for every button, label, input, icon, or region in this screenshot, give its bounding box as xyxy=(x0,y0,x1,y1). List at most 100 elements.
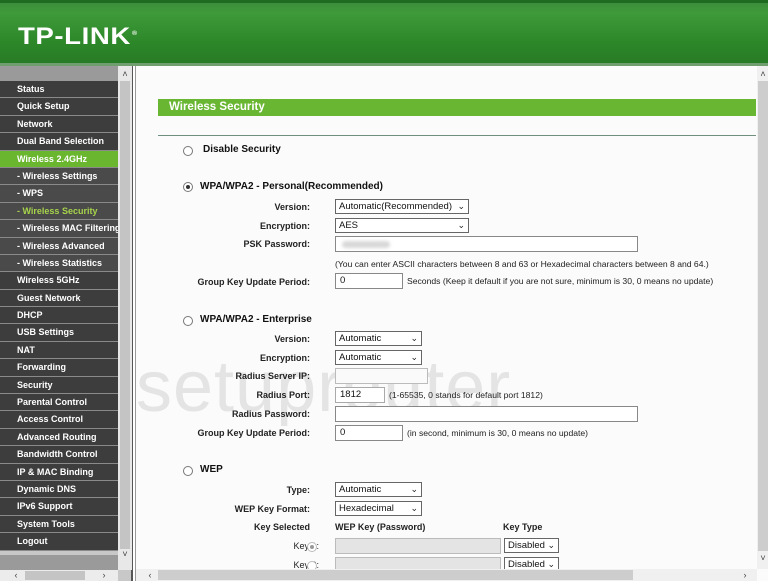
sidebar-item-wireless-settings[interactable]: - Wireless Settings xyxy=(0,167,118,186)
sidebar-menu: Status Quick Setup Network Dual Band Select… xyxy=(0,81,118,551)
ent-group-key-hint: (in second, minimum is 30, 0 means no up… xyxy=(407,428,589,438)
sidebar-item-wireless-statistics[interactable]: - Wireless Statistics xyxy=(0,254,118,273)
encryption-select[interactable]: AES ⌄ xyxy=(335,218,469,233)
ent-group-key-label: Group Key Update Period: xyxy=(197,428,310,438)
sidebar-item-status[interactable]: Status xyxy=(0,81,118,99)
wpa-enterprise-label: WPA/WPA2 - Enterprise xyxy=(200,314,312,325)
page-title: Wireless Security xyxy=(158,99,756,116)
key-1-type-value: Disabled xyxy=(508,540,545,551)
key-1-input[interactable] xyxy=(335,538,501,554)
psk-password-input[interactable] xyxy=(335,236,638,252)
scroll-left-icon[interactable]: ‹ xyxy=(10,570,22,580)
radius-port-input[interactable]: 1812 xyxy=(335,387,385,403)
group-key-input[interactable]: 0 xyxy=(335,273,403,289)
encryption-label: Encryption: xyxy=(259,221,310,231)
header: TP-LINK® xyxy=(0,0,768,64)
ent-group-key-input[interactable]: 0 xyxy=(335,425,403,441)
scroll-up-icon[interactable]: ˄ xyxy=(119,69,131,79)
radius-ip-input[interactable] xyxy=(335,368,428,384)
scroll-up-icon[interactable]: ˄ xyxy=(757,69,768,79)
radius-password-input[interactable] xyxy=(335,406,638,422)
wep-type-label: Type: xyxy=(286,485,310,495)
wep-key-header: WEP Key (Password) xyxy=(335,522,426,532)
sidebar-bottom-spacer xyxy=(0,555,118,570)
sidebar-item-dynamic-dns[interactable]: Dynamic DNS xyxy=(0,480,118,499)
chevron-down-icon: ⌄ xyxy=(547,540,555,550)
wep-format-value: Hexadecimal xyxy=(339,503,394,514)
sidebar-item-quick-setup[interactable]: Quick Setup xyxy=(0,98,118,116)
sidebar-item-advanced-routing[interactable]: Advanced Routing xyxy=(0,428,118,447)
version-value: Automatic(Recommended) xyxy=(339,201,452,212)
sidebar-vertical-scrollbar[interactable]: ˄ ˅ xyxy=(118,66,132,570)
group-key-label: Group Key Update Period: xyxy=(197,277,310,287)
title-divider xyxy=(158,135,756,136)
radius-ip-label: Radius Server IP: xyxy=(235,371,310,381)
key-selected-header: Key Selected xyxy=(253,522,310,532)
sidebar-item-system-tools[interactable]: System Tools xyxy=(0,515,118,534)
sidebar: Status Quick Setup Network Dual Band Select… xyxy=(0,66,133,581)
header-top-border xyxy=(0,0,768,3)
sidebar-item-access-control[interactable]: Access Control xyxy=(0,411,118,429)
scroll-down-icon[interactable]: ˅ xyxy=(757,553,768,563)
ent-encryption-select[interactable]: Automatic ⌄ xyxy=(335,350,422,365)
sidebar-item-nat[interactable]: NAT xyxy=(0,341,118,360)
sidebar-item-wireless-advanced[interactable]: - Wireless Advanced xyxy=(0,237,118,255)
registered-mark: ® xyxy=(132,31,138,37)
chevron-down-icon: ⌄ xyxy=(457,220,465,230)
ent-encryption-value: Automatic xyxy=(339,352,382,363)
sidebar-item-forwarding[interactable]: Forwarding xyxy=(0,359,118,377)
sidebar-item-wireless-2-4ghz[interactable]: Wireless 2.4GHz xyxy=(0,150,118,168)
scroll-down-icon[interactable]: ˅ xyxy=(119,549,131,559)
sidebar-item-ip-mac-binding[interactable]: IP & MAC Binding xyxy=(0,463,118,481)
sidebar-item-guest-network[interactable]: Guest Network xyxy=(0,289,118,308)
wep-format-label: WEP Key Format: xyxy=(234,504,310,514)
ent-version-select[interactable]: Automatic ⌄ xyxy=(335,331,422,346)
tp-link-logo: TP-LINK® xyxy=(18,23,138,51)
group-key-hint: Seconds (Keep it default if you are not … xyxy=(407,276,714,286)
ent-version-value: Automatic xyxy=(339,333,382,344)
sidebar-item-wireless-mac-filtering[interactable]: - Wireless MAC Filtering xyxy=(0,220,118,238)
wpa-enterprise-radio[interactable] xyxy=(183,316,193,326)
sidebar-item-ipv6-support[interactable]: IPv6 Support xyxy=(0,498,118,516)
scroll-right-icon[interactable]: › xyxy=(739,570,751,580)
sidebar-item-dhcp[interactable]: DHCP xyxy=(0,307,118,325)
sidebar-item-dual-band-selection[interactable]: Dual Band Selection xyxy=(0,133,118,151)
sidebar-item-parental-control[interactable]: Parental Control xyxy=(0,394,118,412)
chevron-down-icon: ⌄ xyxy=(410,352,418,362)
psk-hint: (You can enter ASCII characters between … xyxy=(335,259,709,269)
key-1-radio[interactable] xyxy=(307,542,317,552)
sidebar-item-network[interactable]: Network xyxy=(0,115,118,134)
sidebar-top-spacer xyxy=(0,66,118,81)
chevron-down-icon: ⌄ xyxy=(410,333,418,343)
disable-security-radio[interactable] xyxy=(183,146,193,156)
sidebar-item-wireless-5ghz[interactable]: Wireless 5GHz xyxy=(0,272,118,290)
main-horizontal-scrollbar[interactable]: ‹ › xyxy=(136,569,757,581)
sidebar-vscroll-thumb[interactable] xyxy=(120,81,130,549)
main-hscroll-thumb[interactable] xyxy=(158,570,633,580)
key-1-type-select[interactable]: Disabled ⌄ xyxy=(504,538,559,553)
sidebar-hscroll-thumb[interactable] xyxy=(25,571,85,580)
main-vscroll-thumb[interactable] xyxy=(758,81,768,551)
sidebar-item-security[interactable]: Security xyxy=(0,376,118,395)
sidebar-item-usb-settings[interactable]: USB Settings xyxy=(0,324,118,342)
wep-type-select[interactable]: Automatic ⌄ xyxy=(335,482,422,497)
sidebar-horizontal-scrollbar[interactable]: ‹ › xyxy=(0,570,118,581)
obscured-password xyxy=(342,241,390,248)
scroll-left-icon[interactable]: ‹ xyxy=(144,570,156,580)
sidebar-item-logout[interactable]: Logout xyxy=(0,533,118,551)
main-vertical-scrollbar[interactable]: ˄ ˅ xyxy=(757,66,768,569)
chevron-down-icon: ⌄ xyxy=(457,201,465,211)
wep-radio[interactable] xyxy=(183,466,193,476)
key-type-header: Key Type xyxy=(503,522,543,532)
sidebar-item-bandwidth-control[interactable]: Bandwidth Control xyxy=(0,446,118,464)
sidebar-item-wireless-security[interactable]: - Wireless Security xyxy=(0,202,118,221)
encryption-value: AES xyxy=(339,220,359,231)
sidebar-item-wps[interactable]: - WPS xyxy=(0,185,118,203)
version-label: Version: xyxy=(274,202,310,212)
wep-format-select[interactable]: Hexadecimal ⌄ xyxy=(335,501,422,516)
scroll-right-icon[interactable]: › xyxy=(98,570,110,580)
radius-port-hint: (1-65535, 0 stands for default port 1812… xyxy=(389,390,543,400)
wpa-personal-radio[interactable] xyxy=(183,182,193,192)
psk-password-label: PSK Password: xyxy=(243,239,310,249)
version-select[interactable]: Automatic(Recommended) ⌄ xyxy=(335,199,469,214)
